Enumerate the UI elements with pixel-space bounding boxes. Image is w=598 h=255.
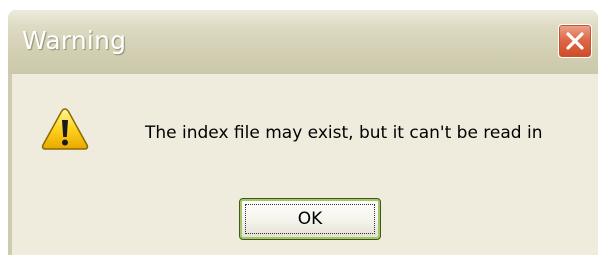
ok-button[interactable]: OK xyxy=(239,198,381,240)
ok-button-label: OK xyxy=(297,209,323,229)
window-title: Warning xyxy=(22,26,127,55)
close-button[interactable] xyxy=(558,24,592,58)
dialog-body: The index file may exist, but it can't b… xyxy=(8,74,598,255)
warning-icon xyxy=(41,108,89,150)
close-icon xyxy=(566,32,584,50)
title-bar[interactable]: Warning xyxy=(8,10,598,74)
warning-dialog: Warning The index file may exist, but it… xyxy=(8,10,598,255)
dialog-message: The index file may exist, but it can't b… xyxy=(145,123,543,143)
